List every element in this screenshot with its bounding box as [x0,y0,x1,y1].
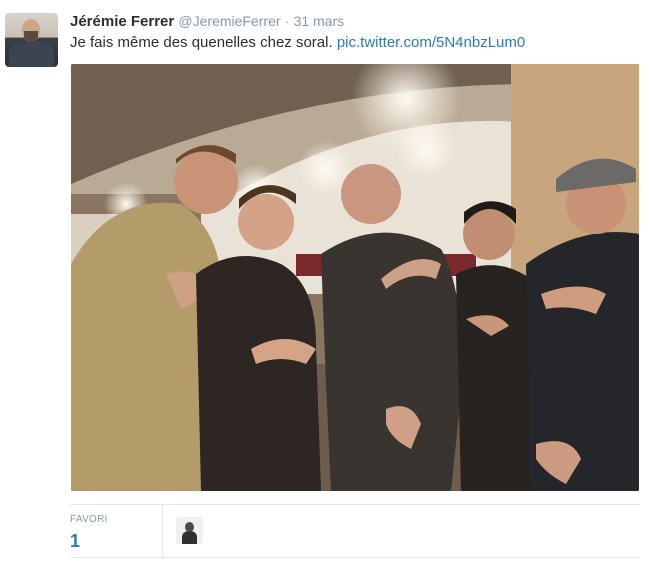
tweet-photo-link[interactable]: pic.twitter.com/5N4nbzLum0 [337,34,525,51]
tweet-stats: FAVORI 1 [70,504,640,558]
tweet-card: Jérémie Ferrer @JeremieFerrer · 31 mars … [0,0,661,574]
favorites-stat[interactable]: FAVORI 1 [70,511,162,557]
photo-illustration [71,64,639,491]
header-separator: · [284,13,290,29]
avatar-body-shape [9,41,54,67]
tweet-date[interactable]: 31 mars [294,13,345,29]
avatar-beard-shape [24,31,38,41]
favoriter-avatar[interactable] [176,517,203,544]
author-name[interactable]: Jérémie Ferrer [70,13,174,30]
favorites-label: FAVORI [70,514,108,525]
favoriter-body-shape [182,531,197,544]
tweet-body: Je fais même des quenelles chez soral. [70,34,333,51]
tweet-photo[interactable] [71,64,639,491]
author-avatar[interactable] [5,13,58,67]
author-handle[interactable]: @JeremieFerrer [178,13,280,29]
favoriter-head-shape [185,522,194,532]
stats-divider [162,505,163,557]
tweet-text: Je fais même des quenelles chez soral. p… [70,33,525,53]
tweet-header: Jérémie Ferrer @JeremieFerrer · 31 mars [70,12,344,31]
favorites-count[interactable]: 1 [70,531,80,552]
